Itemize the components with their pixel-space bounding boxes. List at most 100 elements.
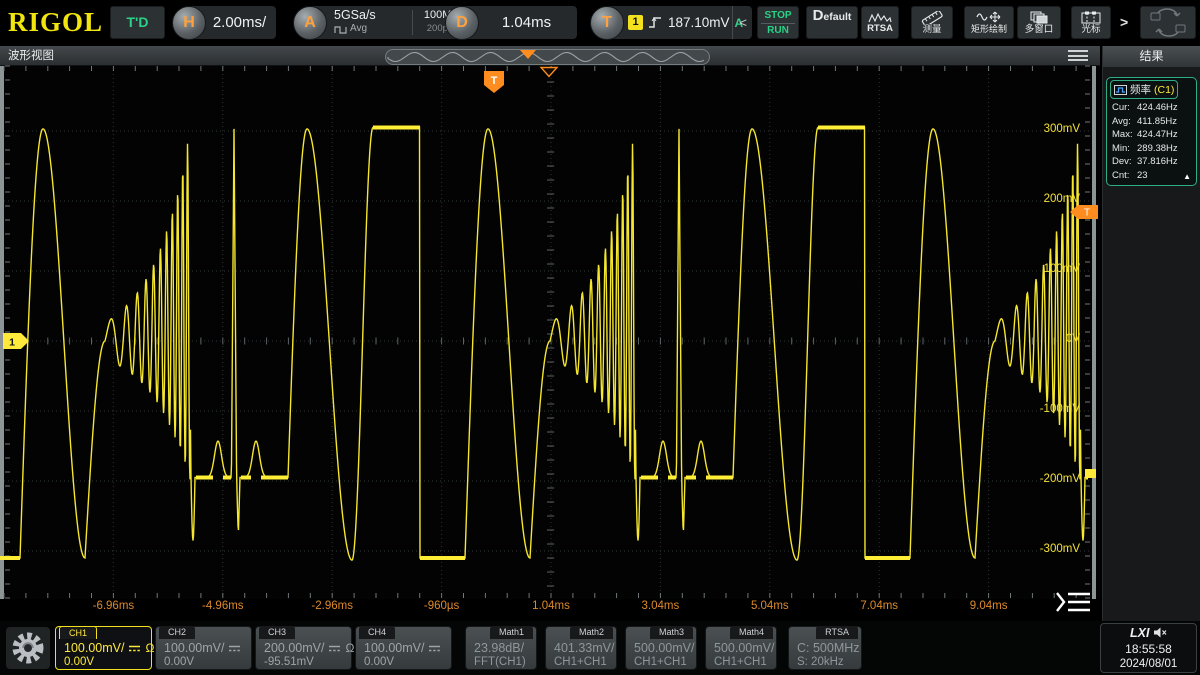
trigger-knob[interactable]: T: [590, 6, 624, 40]
voltage-label: -300mV: [1008, 543, 1080, 555]
channel-offset: -95.51mV: [264, 656, 314, 668]
channel-scale: 100.00mV/: [364, 641, 441, 655]
channel-card-ch2[interactable]: CH2 100.00mV/0.00V: [155, 626, 252, 670]
settings-gear-button[interactable]: [6, 627, 50, 669]
system-status-tile[interactable]: LXI 18:55:58 2024/08/01: [1100, 623, 1197, 673]
dc-coupling-icon: [228, 644, 241, 653]
svg-text:T: T: [491, 75, 498, 87]
channel-card-ch3[interactable]: CH3 200.00mV/Ω-95.51mV: [255, 626, 352, 670]
channel-offset: 0.00V: [164, 656, 194, 668]
measurement-row: Cnt:23▲: [1110, 169, 1193, 183]
dc-coupling-icon: [328, 644, 341, 653]
channel-scale: 200.00mV/Ω: [264, 641, 354, 655]
channel-card-ch1[interactable]: CH1 100.00mV/Ω0.00V: [55, 626, 152, 670]
collapse-left-chevron[interactable]: <: [732, 6, 747, 39]
rtsa-center-freq: C: 500MHz: [797, 641, 860, 655]
measurement-row: Min:289.38Hz: [1110, 142, 1193, 156]
voltage-label: 100mV: [1008, 263, 1080, 275]
channel-tab[interactable]: CH3: [259, 626, 295, 639]
voltage-label: 300mV: [1008, 123, 1080, 135]
impedance-label: Ω: [145, 641, 154, 655]
math-card-math2[interactable]: Math2 401.33mV/CH1+CH1: [545, 626, 617, 670]
time-label: 3.04ms: [628, 600, 692, 612]
math-tab[interactable]: Math2: [570, 626, 613, 639]
voltage-label: 0V: [1008, 333, 1080, 345]
impedance-label: Ω: [345, 641, 354, 655]
delay-value[interactable]: 1.04ms: [462, 6, 577, 39]
math-card-math1[interactable]: Math1 23.98dB/FFT(CH1): [465, 626, 537, 670]
time-label: -2.96ms: [300, 600, 364, 612]
overview-waveform: [386, 50, 709, 64]
window-menu-icon[interactable]: [1068, 50, 1088, 63]
channel-offset: 0.00V: [64, 656, 94, 668]
channel-tab[interactable]: CH2: [159, 626, 195, 639]
horizontal-group: 2.00ms/ H: [172, 6, 276, 40]
math-card-math4[interactable]: Math4 500.00mV/CH1+CH1: [705, 626, 777, 670]
channel-reference-marker[interactable]: [1085, 469, 1096, 478]
measurement-row: Avg:411.85Hz: [1110, 115, 1193, 129]
channel-scale: 100.00mV/Ω: [64, 641, 154, 655]
system-time: 18:55:58: [1101, 641, 1196, 657]
collapse-triangle-icon[interactable]: ▲: [1183, 170, 1191, 184]
math-expression: CH1+CH1: [554, 656, 607, 668]
voltage-label: -100mV: [1008, 403, 1080, 415]
math-tab[interactable]: Math1: [490, 626, 533, 639]
math-scale: 500.00mV/: [634, 641, 694, 655]
measurement-card[interactable]: 频率(C1) Cur:424.46HzAvg:411.85HzMax:424.4…: [1106, 77, 1197, 186]
results-panel: 结果 频率(C1) Cur:424.46HzAvg:411.85HzMax:42…: [1102, 46, 1200, 621]
channel-card-ch4[interactable]: CH4 100.00mV/0.00V: [355, 626, 452, 670]
lxi-label: LXI: [1130, 626, 1149, 640]
time-label: -4.96ms: [191, 600, 255, 612]
delay-knob[interactable]: D: [445, 6, 479, 40]
speaker-muted-icon: [1153, 627, 1167, 638]
trigger-group: 1 187.10mV A < T: [590, 6, 752, 40]
rtsa-tab[interactable]: RTSA: [816, 626, 858, 639]
time-label: -6.96ms: [81, 600, 145, 612]
voltage-label: -200mV: [1008, 473, 1080, 485]
trigger-source-badge: 1: [628, 15, 643, 30]
sample-rate: 5GSa/s: [334, 8, 376, 22]
math-expression: FFT(CH1): [474, 656, 526, 668]
time-label: 7.04ms: [847, 600, 911, 612]
math-scale: 401.33mV/: [554, 641, 614, 655]
math-tab[interactable]: Math4: [730, 626, 773, 639]
channel-offset: 0.00V: [364, 656, 394, 668]
svg-text:T: T: [1084, 208, 1090, 219]
math-expression: CH1+CH1: [714, 656, 767, 668]
trigger-info[interactable]: 1 187.10mV A <: [607, 6, 752, 39]
measurement-icon: [1114, 85, 1127, 95]
dc-coupling-icon: [128, 644, 141, 653]
rtsa-card[interactable]: RTSA C: 500MHzS: 20kHz: [788, 626, 862, 670]
math-tab[interactable]: Math3: [650, 626, 693, 639]
math-card-math3[interactable]: Math3 500.00mV/CH1+CH1: [625, 626, 697, 670]
time-label: 9.04ms: [957, 600, 1021, 612]
time-label: 1.04ms: [519, 600, 583, 612]
math-expression: CH1+CH1: [634, 656, 687, 668]
acquire-mode: Avg: [350, 22, 367, 36]
avg-mode-icon: [334, 25, 347, 34]
measurement-source: (C1): [1154, 84, 1174, 96]
vertical-scroll-strip[interactable]: [0, 66, 4, 599]
results-panel-title: 结果: [1103, 46, 1200, 67]
system-date: 2024/08/01: [1101, 657, 1196, 672]
measurement-row: Max:424.47Hz: [1110, 128, 1193, 142]
horizontal-knob[interactable]: H: [172, 6, 206, 40]
math-scale: 500.00mV/: [714, 641, 774, 655]
channel-scale: 100.00mV/: [164, 641, 241, 655]
timeline-overview-strip[interactable]: [385, 49, 710, 65]
rising-edge-icon: [648, 16, 663, 29]
time-label: -960µs: [410, 600, 474, 612]
math-scale: 23.98dB/: [474, 641, 524, 655]
trigger-level: 187.10mV: [668, 15, 730, 30]
measurement-name: 频率: [1130, 82, 1151, 97]
bottom-status-bar: CH1100.00mV/Ω0.00VCH2100.00mV/0.00VCH320…: [0, 621, 1200, 675]
channel-tab[interactable]: CH1: [59, 626, 97, 639]
delay-group: 1.04ms D: [445, 6, 577, 40]
gear-icon: [6, 627, 50, 669]
rtsa-span: S: 20kHz: [797, 656, 844, 668]
voltage-label: 200mV: [1008, 193, 1080, 205]
channel-tab[interactable]: CH4: [359, 626, 395, 639]
right-scroll-strip[interactable]: [1092, 66, 1096, 599]
acquire-knob[interactable]: A: [293, 6, 327, 40]
overview-position-marker[interactable]: [520, 50, 536, 59]
